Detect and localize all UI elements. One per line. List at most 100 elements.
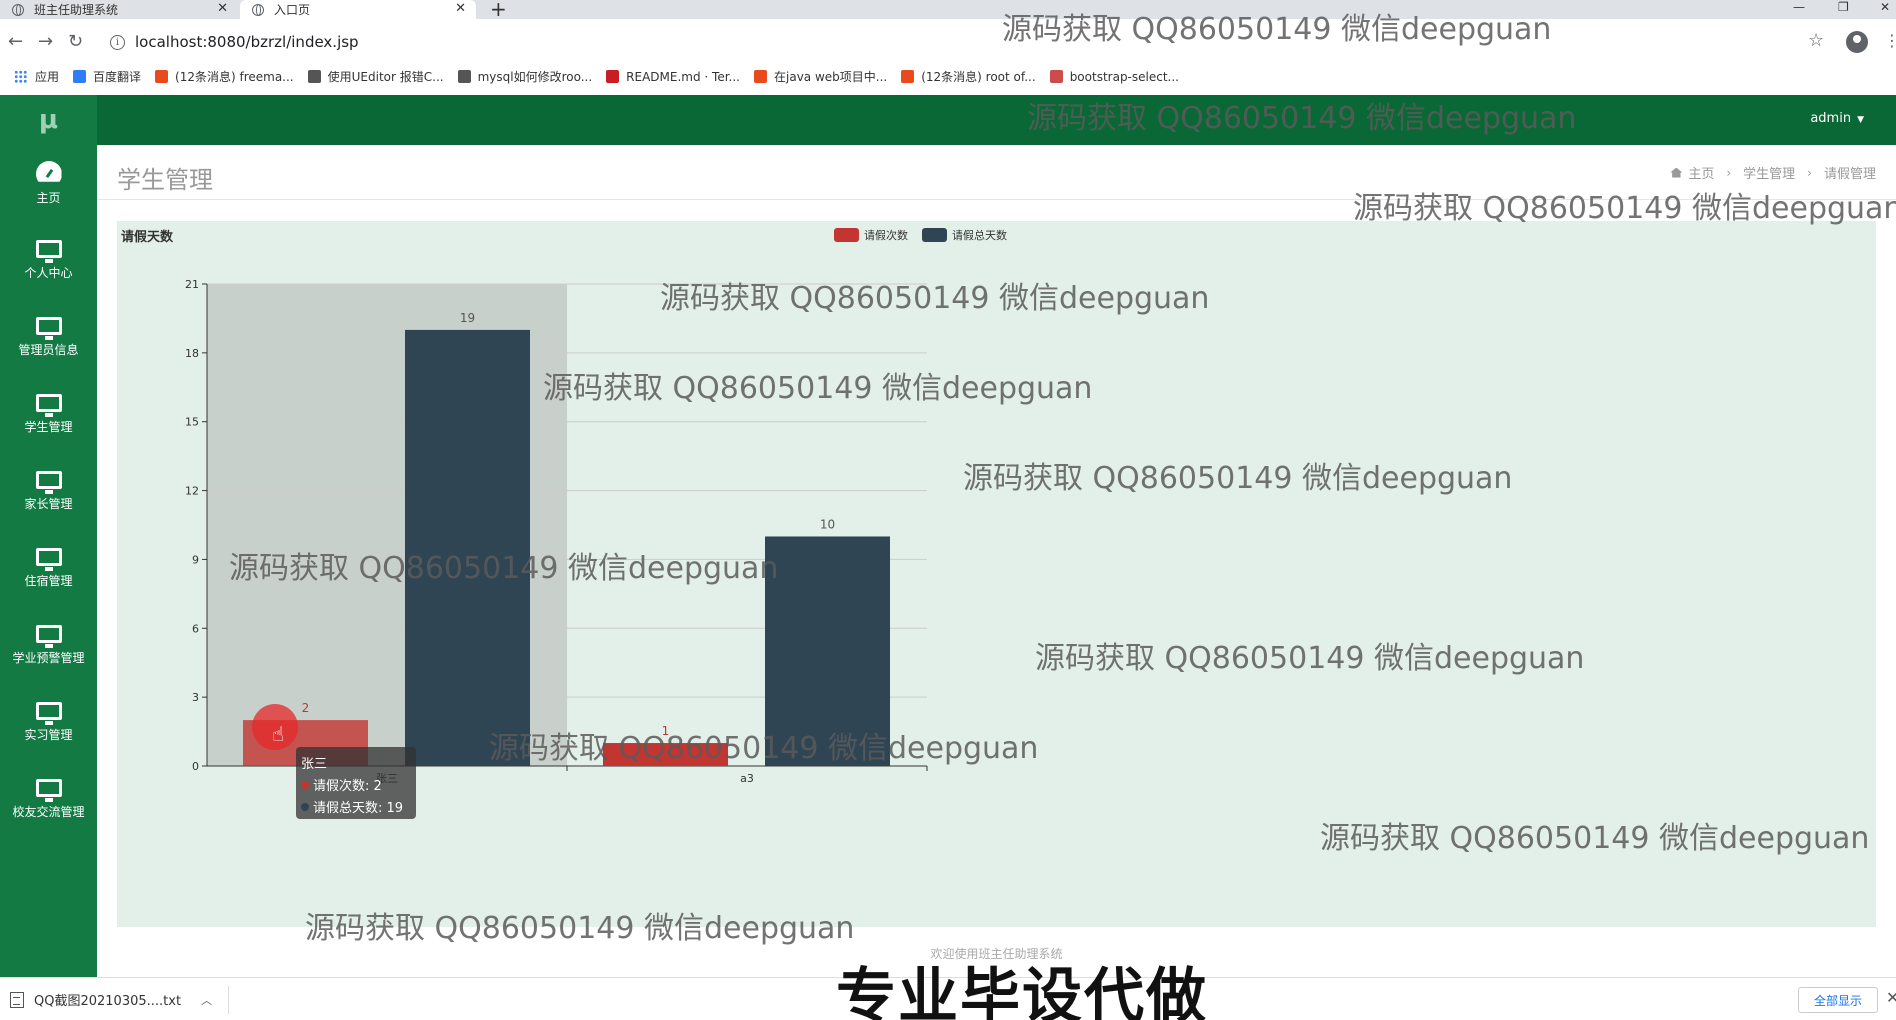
reload-icon[interactable]: ↻ xyxy=(68,31,83,52)
bookmark-label: (12条消息) freema... xyxy=(175,70,294,84)
bookmark-item[interactable]: README.md · Ter... xyxy=(606,70,740,84)
y-tick-label: 9 xyxy=(192,553,199,566)
page-title: 学生管理 xyxy=(117,166,213,194)
browser-menu-icon[interactable]: ⋮ xyxy=(1884,31,1896,50)
close-downloads-icon[interactable]: ✕ xyxy=(1886,988,1896,1007)
bar xyxy=(765,536,890,766)
back-icon[interactable]: ← xyxy=(8,31,23,52)
sidebar-item-label: 学业预警管理 xyxy=(12,651,85,665)
browser-tab-active[interactable]: 入口页 ✕ xyxy=(240,0,476,19)
tab-title: 入口页 xyxy=(274,3,311,17)
download-filename: QQ截图20210305....txt xyxy=(34,994,182,1009)
forward-icon[interactable]: → xyxy=(38,31,53,52)
link-icon xyxy=(307,70,321,83)
breadcrumb-item[interactable]: 主页 xyxy=(1688,163,1714,182)
bookmark-item[interactable]: bootstrap-select... xyxy=(1049,69,1179,84)
y-tick-label: 18 xyxy=(185,347,199,360)
y-tick-label: 12 xyxy=(185,485,199,498)
tooltip-row-text: 请假总天数: 19 xyxy=(313,801,404,816)
bar-chart: 请假天数 请假次数 请假总天数 0 3 6 9 12 15 18 21 2 19 张三 1 10 a3 xyxy=(121,228,1007,785)
bookmark-label: 在java web项目中... xyxy=(774,70,888,84)
bar xyxy=(603,743,728,766)
chevron-up-icon[interactable]: ︿ xyxy=(201,992,212,1008)
text-file-icon xyxy=(10,991,24,1008)
bookmark-item[interactable]: 百度翻译 xyxy=(73,68,141,85)
breadcrumb-item: 请假管理 xyxy=(1823,167,1876,182)
monitor-icon xyxy=(35,702,62,725)
divider xyxy=(228,986,229,1014)
monitor-icon xyxy=(35,317,62,340)
page-header: 学生管理 主页 › 学生管理 › 请假管理 xyxy=(97,145,1896,200)
bookmark-star-icon[interactable]: ☆ xyxy=(1808,30,1824,51)
new-tab-button[interactable]: + xyxy=(490,0,507,21)
csdn-icon xyxy=(901,70,915,83)
bookmark-item[interactable]: (12条消息) root of... xyxy=(901,68,1036,85)
sidebar-item[interactable]: 学生管理 xyxy=(0,376,97,453)
profile-icon[interactable] xyxy=(1846,31,1868,53)
chart-panel: 请假天数 请假次数 请假总天数 0 3 6 9 12 15 18 21 2 19 张三 1 10 a3 xyxy=(117,221,1876,927)
monitor-icon xyxy=(35,471,62,494)
sidebar-item[interactable]: 主页 xyxy=(0,145,97,222)
bookmark-item[interactable]: 在java web项目中... xyxy=(754,68,887,85)
bookmark-item[interactable]: (12条消息) freema... xyxy=(155,68,294,85)
series-dot-icon xyxy=(301,802,309,811)
tooltip-row: 请假次数: 2 xyxy=(301,775,411,794)
sidebar-item-label: 主页 xyxy=(36,191,61,205)
sidebar-item-label: 实习管理 xyxy=(24,728,73,742)
restore-icon[interactable]: ❐ xyxy=(1838,0,1849,14)
sidebar-item[interactable]: 学业预警管理 xyxy=(0,607,97,684)
chart-title: 请假天数 xyxy=(121,229,174,245)
url-field[interactable]: i localhost:8080/bzrzl/index.jsp xyxy=(100,25,1830,59)
legend-swatch xyxy=(922,228,947,242)
window-close-icon[interactable]: ✕ xyxy=(1880,0,1890,14)
sidebar-item[interactable]: 家长管理 xyxy=(0,453,97,530)
browser-tab[interactable]: 班主任助理系统 ✕ xyxy=(0,0,238,19)
baidu-translate-icon xyxy=(73,70,87,83)
bookmark-label: bootstrap-select... xyxy=(1069,69,1179,84)
info-icon[interactable]: i xyxy=(110,34,125,50)
bookmark-label: 应用 xyxy=(35,70,60,84)
globe-icon xyxy=(12,3,24,16)
link-icon xyxy=(457,70,471,83)
bookmark-item[interactable]: mysql如何修改roo... xyxy=(457,68,593,85)
bookmark-item[interactable]: 应用 xyxy=(14,68,59,85)
close-tab-icon[interactable]: ✕ xyxy=(455,1,466,16)
breadcrumb-item[interactable]: 学生管理 xyxy=(1743,163,1795,182)
x-tick-label: a3 xyxy=(740,772,754,785)
close-tab-icon[interactable]: ✕ xyxy=(217,1,228,16)
bookmark-item[interactable]: 使用UEditor 报错C... xyxy=(307,68,444,85)
home-icon xyxy=(1670,167,1683,178)
bar xyxy=(405,329,530,766)
legend-swatch xyxy=(834,228,859,242)
sidebar-item-label: 住宿管理 xyxy=(24,574,73,588)
chart-tooltip: 张三 请假次数: 2 请假总天数: 19 xyxy=(296,747,416,819)
bar-value-label: 19 xyxy=(460,311,475,325)
sidebar-item[interactable]: 实习管理 xyxy=(0,684,97,761)
csdn-icon xyxy=(754,70,767,83)
url-text: localhost:8080/bzrzl/index.jsp xyxy=(135,33,359,51)
sidebar-item-label: 学生管理 xyxy=(24,420,73,434)
user-menu[interactable]: admin ▼ xyxy=(1810,111,1864,126)
promo-banner: 专业毕设代做 xyxy=(836,962,1208,1020)
series-dot-icon xyxy=(301,780,309,789)
tab-title: 班主任助理系统 xyxy=(34,3,119,17)
chevron-right-icon: › xyxy=(1726,165,1732,180)
bookmark-label: README.md · Ter... xyxy=(626,69,740,84)
minimize-icon[interactable]: — xyxy=(1793,0,1805,14)
monitor-icon xyxy=(35,779,62,802)
address-bar: ← → ↻ i localhost:8080/bzrzl/index.jsp ☆… xyxy=(0,19,1896,67)
show-all-button[interactable]: 全部显示 xyxy=(1798,987,1878,1013)
cnblogs-icon xyxy=(1049,70,1063,83)
sidebar-item-label: 管理员信息 xyxy=(18,343,79,357)
chevron-right-icon: › xyxy=(1807,165,1812,180)
dashboard-icon xyxy=(36,161,62,183)
bookmark-label: mysql如何修改roo... xyxy=(477,70,593,84)
bar-value-label: 2 xyxy=(302,701,310,715)
sidebar-item[interactable]: 个人中心 xyxy=(0,222,97,299)
y-tick-label: 15 xyxy=(185,416,199,429)
sidebar-item[interactable]: 住宿管理 xyxy=(0,530,97,607)
breadcrumb: 主页 › 学生管理 › 请假管理 xyxy=(1670,163,1876,182)
download-item[interactable]: QQ截图20210305....txt ︿ xyxy=(10,990,212,1009)
sidebar-item[interactable]: 校友交流管理 xyxy=(0,761,97,838)
sidebar-item[interactable]: 管理员信息 xyxy=(0,299,97,376)
